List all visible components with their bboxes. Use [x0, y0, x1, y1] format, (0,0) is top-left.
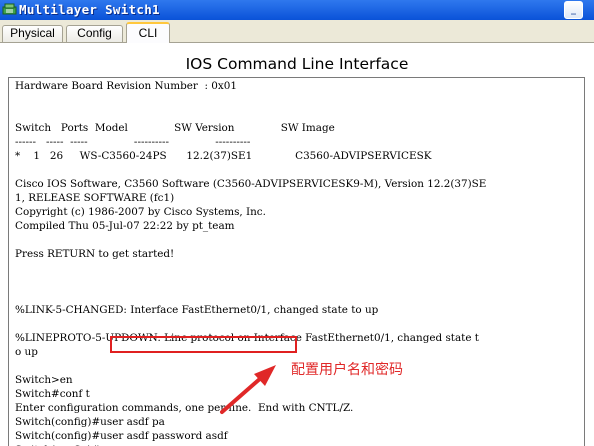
annotation-arrow: [220, 365, 276, 414]
annotation-label: 配置用户名和密码: [291, 362, 403, 378]
